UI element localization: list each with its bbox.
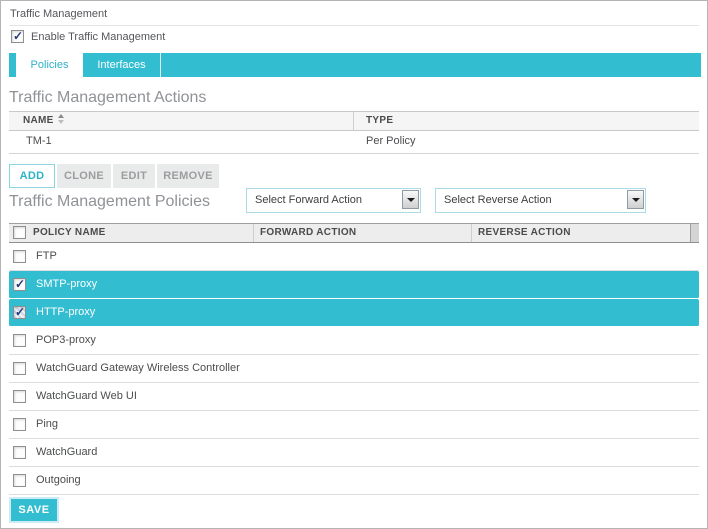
edit-button[interactable]: EDIT bbox=[113, 164, 155, 188]
column-separator bbox=[471, 224, 472, 242]
divider bbox=[9, 25, 699, 26]
policy-name: WatchGuard Web UI bbox=[36, 390, 137, 402]
actions-column-type[interactable]: TYPE bbox=[366, 115, 393, 126]
column-separator bbox=[253, 224, 254, 242]
add-button[interactable]: ADD bbox=[9, 164, 55, 188]
policies-column-name[interactable]: POLICY NAME bbox=[33, 227, 106, 238]
enable-traffic-management-checkbox[interactable] bbox=[11, 30, 24, 43]
forward-action-select[interactable]: Select Forward Action bbox=[246, 188, 421, 213]
policies-table-body: FTP SMTP-proxy HTTP-proxy POP3-proxy Wat… bbox=[9, 243, 699, 495]
row-checkbox[interactable] bbox=[13, 250, 26, 263]
policy-name: Outgoing bbox=[36, 474, 81, 486]
actions-column-name-label: NAME bbox=[23, 115, 54, 126]
action-type-cell: Per Policy bbox=[366, 135, 416, 147]
policy-row[interactable]: Outgoing bbox=[9, 467, 699, 495]
tab-policies[interactable]: Policies bbox=[16, 53, 83, 80]
row-checkbox[interactable] bbox=[13, 362, 26, 375]
sort-asc-icon bbox=[58, 114, 64, 118]
policy-name: POP3-proxy bbox=[36, 334, 96, 346]
clone-button[interactable]: CLONE bbox=[57, 164, 111, 188]
sort-icon[interactable] bbox=[58, 114, 65, 124]
scrollbar-corner bbox=[690, 224, 699, 242]
save-button[interactable]: SAVE bbox=[9, 497, 59, 523]
sort-desc-icon bbox=[58, 120, 64, 124]
policy-name: HTTP-proxy bbox=[36, 306, 95, 318]
row-checkbox[interactable] bbox=[13, 474, 26, 487]
policy-row[interactable]: HTTP-proxy bbox=[9, 299, 699, 327]
policy-row[interactable]: Ping bbox=[9, 411, 699, 439]
tab-interfaces[interactable]: Interfaces bbox=[83, 53, 161, 77]
policy-name: SMTP-proxy bbox=[36, 278, 97, 290]
row-checkbox[interactable] bbox=[13, 446, 26, 459]
tab-bar: Policies Interfaces bbox=[9, 53, 701, 77]
actions-column-name[interactable]: NAME bbox=[23, 115, 65, 126]
row-checkbox[interactable] bbox=[13, 390, 26, 403]
policy-name: WatchGuard bbox=[36, 446, 97, 458]
policy-name: Ping bbox=[36, 418, 58, 430]
policies-column-reverse[interactable]: REVERSE ACTION bbox=[478, 227, 571, 238]
policies-column-forward[interactable]: FORWARD ACTION bbox=[260, 227, 356, 238]
dropdown-arrow-button[interactable] bbox=[402, 190, 419, 209]
remove-button[interactable]: REMOVE bbox=[157, 164, 219, 188]
reverse-action-select[interactable]: Select Reverse Action bbox=[435, 188, 646, 213]
policy-row[interactable]: SMTP-proxy bbox=[9, 271, 699, 299]
policy-row[interactable]: WatchGuard Gateway Wireless Controller bbox=[9, 355, 699, 383]
policy-row[interactable]: FTP bbox=[9, 243, 699, 271]
policy-name: WatchGuard Gateway Wireless Controller bbox=[36, 362, 240, 374]
page-title: Traffic Management bbox=[10, 8, 107, 20]
select-all-checkbox[interactable] bbox=[13, 226, 26, 239]
policies-section-heading: Traffic Management Policies bbox=[9, 193, 210, 211]
traffic-management-page: Traffic Management Enable Traffic Manage… bbox=[0, 0, 708, 529]
dropdown-arrow-button[interactable] bbox=[627, 190, 644, 209]
chevron-down-icon bbox=[632, 198, 640, 202]
row-checkbox[interactable] bbox=[13, 306, 26, 319]
action-name-cell: TM-1 bbox=[26, 135, 52, 147]
actions-section-heading: Traffic Management Actions bbox=[9, 89, 206, 107]
action-table-row[interactable]: TM-1 Per Policy bbox=[9, 131, 699, 154]
policy-row[interactable]: WatchGuard Web UI bbox=[9, 383, 699, 411]
row-checkbox[interactable] bbox=[13, 334, 26, 347]
policy-name: FTP bbox=[36, 250, 57, 262]
forward-action-select-value: Select Forward Action bbox=[255, 194, 362, 206]
column-separator bbox=[353, 112, 354, 130]
row-checkbox[interactable] bbox=[13, 418, 26, 431]
enable-traffic-management-label: Enable Traffic Management bbox=[31, 31, 165, 43]
row-checkbox[interactable] bbox=[13, 278, 26, 291]
actions-table-header: NAME TYPE bbox=[9, 111, 699, 131]
policies-table-header: POLICY NAME FORWARD ACTION REVERSE ACTIO… bbox=[9, 223, 699, 243]
policy-row[interactable]: WatchGuard bbox=[9, 439, 699, 467]
policy-row[interactable]: POP3-proxy bbox=[9, 327, 699, 355]
chevron-down-icon bbox=[407, 198, 415, 202]
reverse-action-select-value: Select Reverse Action bbox=[444, 194, 552, 206]
